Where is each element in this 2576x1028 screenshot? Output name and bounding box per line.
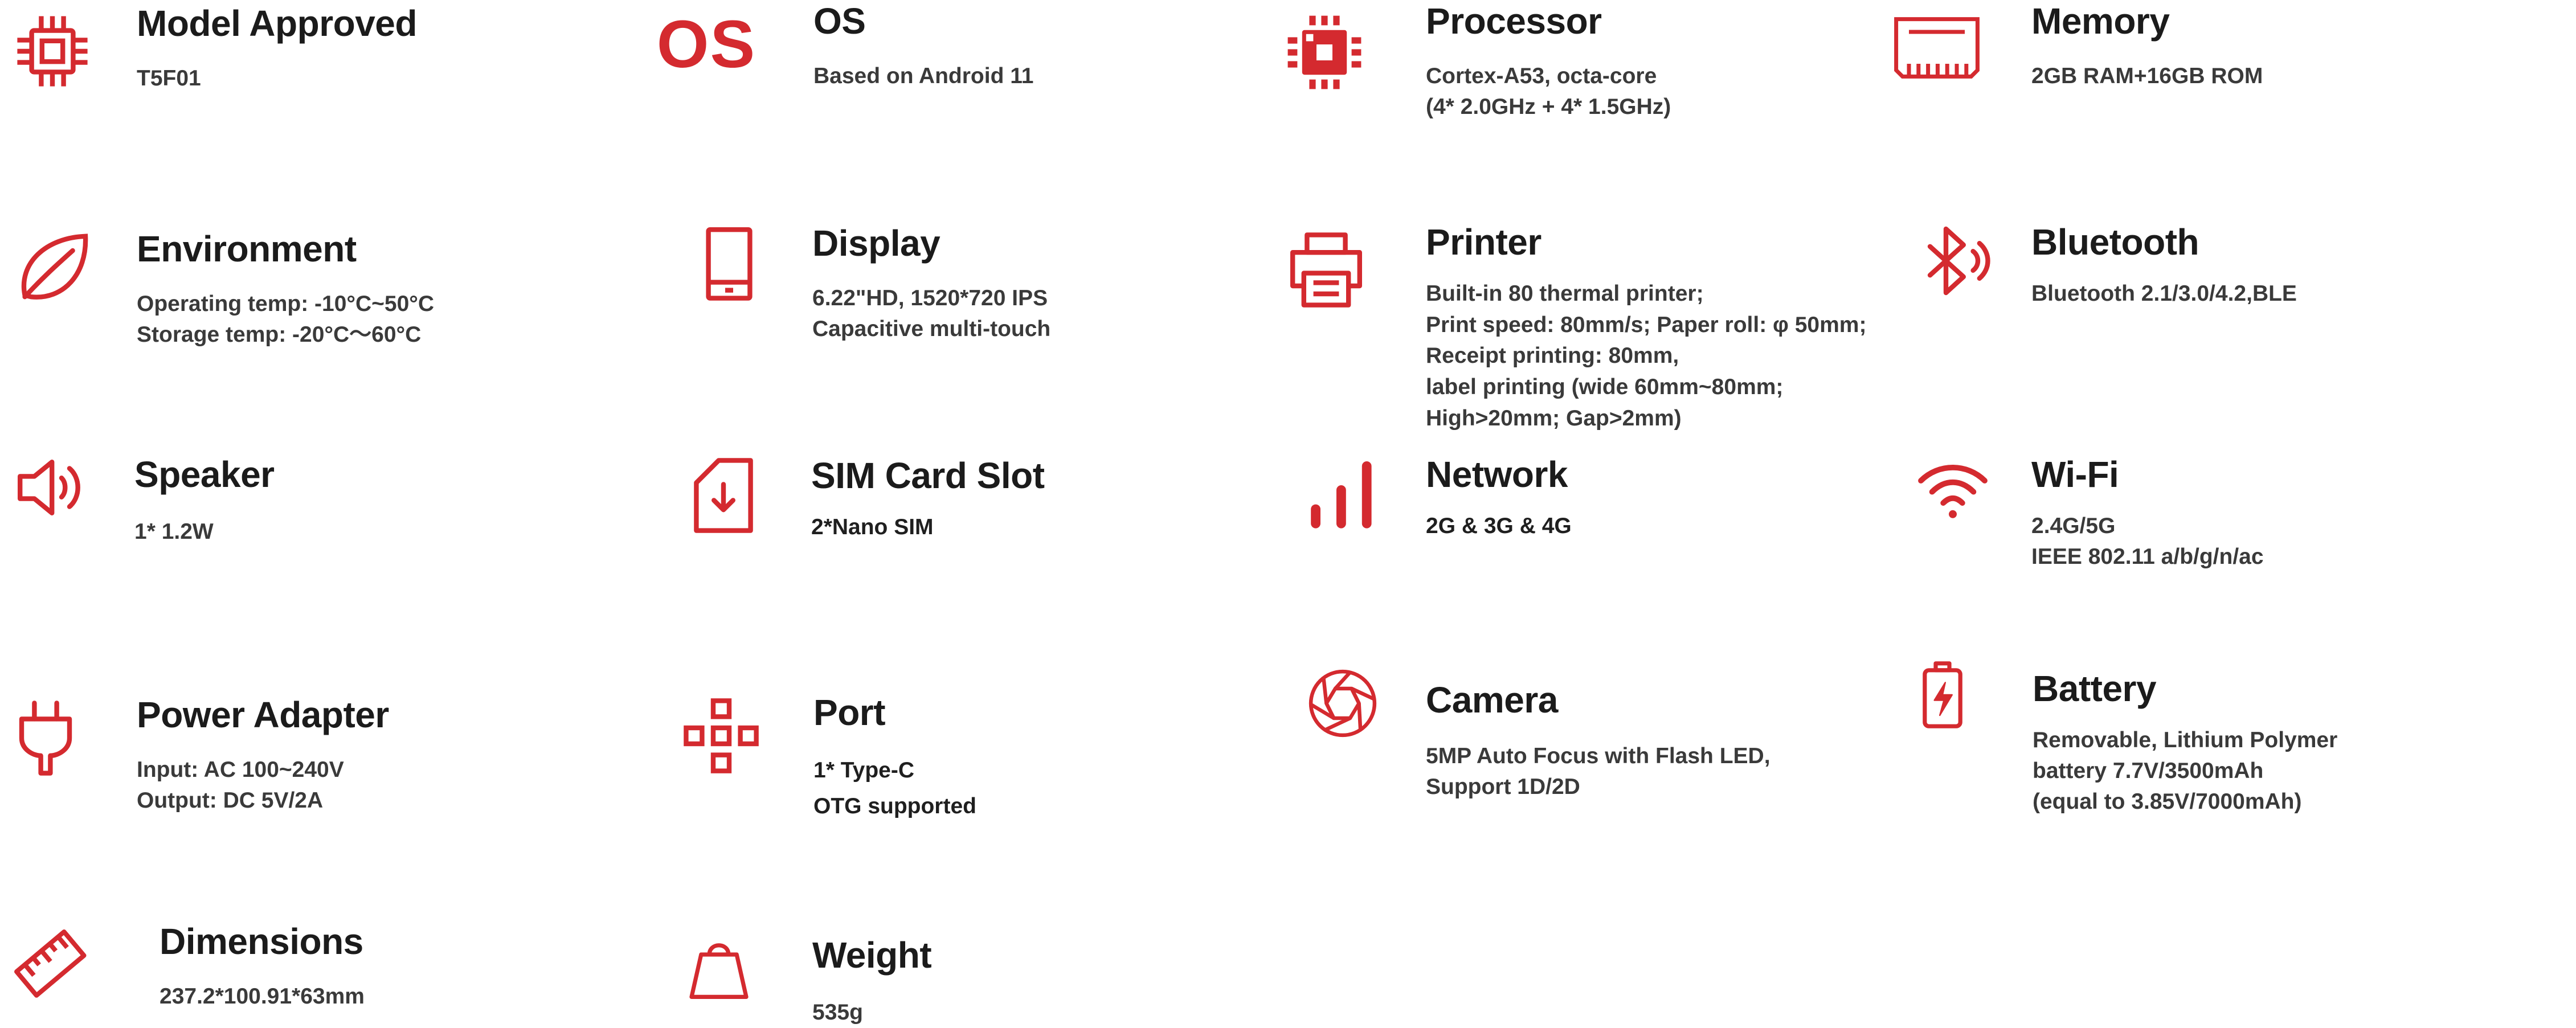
- spec-processor-text: Processor Cortex-A53, octa-core (4* 2.0G…: [1426, 2, 1671, 122]
- spec-line: OTG supported: [813, 794, 976, 819]
- spec-line: (equal to 3.85V/7000mAh): [2033, 789, 2302, 814]
- spec-line: 1* 1.2W: [134, 519, 214, 544]
- spec-line: IEEE 802.11 a/b/g/n/ac: [2031, 544, 2264, 569]
- spec-line: Storage temp: -20°C～60°C: [137, 322, 422, 347]
- spec-sheet: Model Approved T5F01 OS OS Based on Andr…: [0, 0, 2576, 1025]
- weight-icon: [685, 934, 753, 1002]
- spec-wifi-text: Wi-Fi 2.4G/5G IEEE 802.11 a/b/g/n/ac: [2031, 454, 2264, 572]
- spec-line: Support 1D/2D: [1426, 775, 1580, 799]
- spec-line: battery 7.7V/3500mAh: [2033, 759, 2264, 783]
- spec-title: Environment: [137, 228, 357, 269]
- battery-icon: [1908, 661, 1977, 729]
- spec-title: Battery: [2033, 668, 2157, 709]
- spec-title: Power Adapter: [137, 694, 389, 735]
- spec-line: 2G & 3G & 4G: [1426, 514, 1572, 539]
- spec-title: Port: [813, 692, 886, 733]
- spec-line: T5F01: [137, 66, 201, 91]
- spec-title: Weight: [812, 935, 932, 976]
- printer-icon: [1286, 230, 1366, 310]
- spec-title: Printer: [1426, 222, 1541, 263]
- spec-line: Capacitive multi-touch: [812, 317, 1051, 341]
- spec-line: 2.4G/5G: [2031, 514, 2116, 539]
- spec-line: 535g: [812, 1000, 863, 1025]
- spec-model-text: Model Approved T5F01: [137, 3, 417, 94]
- bluetooth-icon: [1914, 221, 1994, 301]
- spec-line: Based on Android 11: [813, 64, 1034, 89]
- spec-sim-text: SIM Card Slot 2*Nano SIM: [811, 455, 1045, 543]
- phone-icon: [689, 223, 769, 303]
- spec-os-text: OS Based on Android 11: [813, 2, 1033, 92]
- spec-line: Cortex-A53, octa-core: [1426, 64, 1657, 89]
- spec-title: Processor: [1426, 1, 1602, 42]
- wifi-icon: [1913, 449, 1993, 529]
- spec-bluetooth-text: Bluetooth Bluetooth 2.1/3.0/4.2,BLE: [2031, 223, 2297, 309]
- camera-aperture-icon: [1306, 666, 1380, 740]
- spec-line: label printing (wide 60mm~80mm;: [1426, 374, 1784, 399]
- spec-line: Built-in 80 thermal printer;: [1426, 281, 1704, 306]
- spec-battery-text: Battery Removable, Lithium Polymer batte…: [2033, 668, 2338, 817]
- spec-dimensions-text: Dimensions 237.2*100.91*63mm: [160, 921, 365, 1012]
- spec-environment-text: Environment Operating temp: -10°C~50°C S…: [137, 230, 434, 350]
- memory-card-icon: [1891, 8, 1982, 88]
- spec-speaker-text: Speaker 1* 1.2W: [134, 454, 275, 547]
- spec-line: High>20mm; Gap>2mm): [1426, 406, 1682, 431]
- spec-title: Network: [1426, 454, 1568, 495]
- spec-line: 6.22"HD, 1520*720 IPS: [812, 286, 1048, 311]
- leaf-icon: [14, 227, 93, 306]
- spec-power-text: Power Adapter Input: AC 100~240V Output:…: [137, 694, 389, 816]
- spec-line: Removable, Lithium Polymer: [2033, 728, 2338, 753]
- spec-camera-text: Camera 5MP Auto Focus with Flash LED, Su…: [1426, 681, 1771, 802]
- spec-line: Output: DC 5V/2A: [137, 788, 324, 813]
- spec-line: Operating temp: -10°C~50°C: [137, 292, 435, 317]
- spec-line: Receipt printing: 80mm,: [1426, 343, 1679, 368]
- spec-weight-text: Weight 535g: [812, 935, 932, 1028]
- spec-title: Bluetooth: [2031, 222, 2199, 263]
- spec-title: Display: [812, 223, 941, 264]
- signal-bars-icon: [1305, 453, 1384, 533]
- spec-title: OS: [813, 1, 866, 42]
- spec-title: Speaker: [134, 454, 275, 495]
- spec-line: 1* Type-C: [813, 758, 914, 783]
- spec-line: Bluetooth 2.1/3.0/4.2,BLE: [2031, 281, 2297, 306]
- spec-network-text: Network 2G & 3G & 4G: [1426, 454, 1572, 542]
- spec-title: Memory: [2031, 1, 2170, 42]
- spec-title: Camera: [1426, 679, 1558, 720]
- spec-line: 2GB RAM+16GB ROM: [2031, 64, 2263, 89]
- processor-icon: [1285, 13, 1364, 92]
- spec-line: 5MP Auto Focus with Flash LED,: [1426, 744, 1771, 769]
- spec-line: Print speed: 80mm/s; Paper roll: φ 50mm;: [1426, 312, 1867, 337]
- spec-printer-text: Printer Built-in 80 thermal printer; Pri…: [1426, 223, 1866, 434]
- spec-line: Input: AC 100~240V: [137, 757, 344, 783]
- os-text-icon: OS: [656, 7, 757, 82]
- spec-memory-text: Memory 2GB RAM+16GB ROM: [2031, 2, 2263, 92]
- spec-line: 237.2*100.91*63mm: [160, 984, 365, 1009]
- spec-title: Wi-Fi: [2031, 454, 2119, 495]
- spec-line: (4* 2.0GHz + 4* 1.5GHz): [1426, 95, 1671, 119]
- chip-icon: [13, 11, 92, 91]
- spec-title: Model Approved: [137, 3, 417, 44]
- spec-port-text: Port 1* Type-C OTG supported: [813, 692, 976, 825]
- spec-title: SIM Card Slot: [811, 455, 1045, 496]
- sim-card-icon: [684, 456, 763, 535]
- plug-icon: [6, 698, 85, 778]
- port-icon: [681, 696, 761, 776]
- spec-line: 2*Nano SIM: [811, 515, 934, 540]
- spec-title: Dimensions: [160, 921, 363, 962]
- spec-display-text: Display 6.22"HD, 1520*720 IPS Capacitive…: [812, 224, 1050, 345]
- speaker-icon: [14, 448, 93, 527]
- ruler-icon: [13, 926, 90, 1004]
